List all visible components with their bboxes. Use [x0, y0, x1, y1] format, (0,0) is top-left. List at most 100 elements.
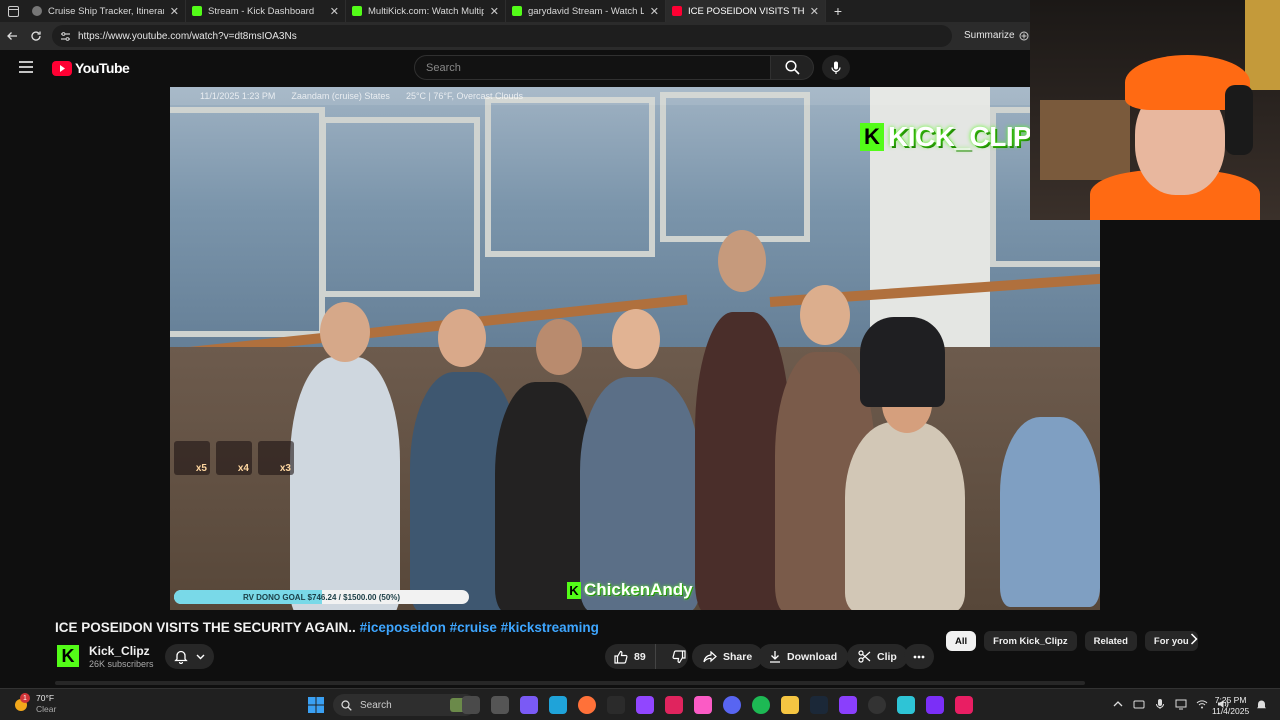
search-button[interactable]: [770, 55, 814, 80]
search-icon: [784, 60, 800, 75]
wifi-icon[interactable]: [1196, 698, 1208, 710]
close-tab-icon[interactable]: ✕: [650, 5, 659, 18]
weather-sun-icon: 1: [12, 693, 30, 713]
video-person: [612, 309, 660, 369]
video-person: [580, 377, 700, 610]
copilot-icon[interactable]: [520, 696, 538, 714]
firefox-icon[interactable]: [578, 696, 596, 714]
like-dislike-group: 89: [605, 644, 688, 669]
share-arrow-icon: [703, 650, 717, 663]
windows-taskbar: 1 70°F Clear Search 7:25 PM 11/4/2025: [0, 688, 1280, 720]
notification-bell-icon[interactable]: [1256, 699, 1267, 711]
app-red-icon[interactable]: [665, 696, 683, 714]
close-tab-icon[interactable]: ✕: [170, 5, 179, 18]
circle-app-icon[interactable]: [868, 696, 886, 714]
close-tab-icon[interactable]: ✕: [810, 5, 819, 18]
download-icon: [769, 650, 781, 663]
more-horizontal-icon: [913, 655, 925, 659]
multiplier-value: x4: [237, 463, 249, 474]
video-person: [800, 285, 850, 345]
display-icon[interactable]: [1175, 698, 1187, 710]
video-player[interactable]: 11/1/2025 1:23 PM Zaandam (cruise) States…: [170, 87, 1100, 610]
youtube-logo[interactable]: YouTube: [52, 60, 130, 76]
folder-icon[interactable]: [781, 696, 799, 714]
more-actions-button[interactable]: [904, 644, 934, 669]
sparkle-icon: [1019, 31, 1029, 41]
search-input[interactable]: Search: [414, 55, 771, 80]
clip-button[interactable]: Clip: [847, 644, 908, 669]
file-explorer-widget-icon[interactable]: [462, 696, 480, 714]
browser-tab-label: Stream - Kick Dashboard: [208, 5, 315, 17]
browser-tab[interactable]: Cruise Ship Tracker, Itineraries, Sc ✕: [26, 0, 186, 22]
stream-info-item: 25°C | 76°F, Overcast Clouds: [405, 91, 524, 101]
streamer-name-tag: K ChickenAndy: [567, 580, 693, 600]
stream-info-strip: 11/1/2025 1:23 PM Zaandam (cruise) States…: [170, 87, 1100, 105]
taskbar-clock[interactable]: 7:25 PM 11/4/2025: [1212, 695, 1249, 717]
video-title-hashtags[interactable]: #iceposeidon #cruise #kickstreaming: [360, 620, 599, 635]
search-icon: [341, 699, 352, 711]
twitch-icon[interactable]: [636, 696, 654, 714]
discord-icon[interactable]: [723, 696, 741, 714]
taskbar-search-box[interactable]: Search: [333, 694, 476, 716]
purple-app-icon[interactable]: [839, 696, 857, 714]
multiplier-badge: x4: [216, 441, 252, 475]
multiplier-badge: x3: [258, 441, 294, 475]
channel-avatar[interactable]: K: [57, 645, 79, 667]
back-arrow-icon[interactable]: [0, 22, 24, 50]
close-tab-icon[interactable]: ✕: [330, 5, 339, 18]
video-person: [290, 357, 400, 610]
like-button[interactable]: 89: [605, 644, 656, 669]
new-tab-button[interactable]: +: [826, 3, 850, 19]
download-button[interactable]: Download: [758, 644, 849, 669]
browser-tab[interactable]: garydavid Stream - Watch Live o ✕: [506, 0, 666, 22]
spotify-icon[interactable]: [752, 696, 770, 714]
dislike-button[interactable]: [662, 649, 696, 664]
cyan-app-icon[interactable]: [897, 696, 915, 714]
browser-tab-label: Cruise Ship Tracker, Itineraries, Sc: [48, 5, 164, 17]
youtube-play-icon: [52, 60, 72, 76]
weather-widget[interactable]: 1 70°F Clear: [12, 693, 56, 715]
stream-info-item: Zaandam (cruise) States: [291, 91, 390, 101]
network-activity-icon[interactable]: [1133, 698, 1145, 710]
youtube-header: YouTube Search: [0, 50, 1030, 87]
browser-tab[interactable]: Stream - Kick Dashboard ✕: [186, 0, 346, 22]
filter-chip[interactable]: From Kick_Clipz: [984, 631, 1077, 651]
microphone-icon[interactable]: [1154, 698, 1166, 710]
share-button[interactable]: Share: [692, 644, 764, 669]
scissors-icon: [858, 650, 871, 663]
chevron-right-icon[interactable]: [1190, 633, 1198, 645]
steam-icon[interactable]: [810, 696, 828, 714]
recommendation-chips: All From Kick_Clipz Related For you: [946, 631, 1198, 651]
notification-bell-button[interactable]: [165, 644, 214, 669]
filter-chip[interactable]: Related: [1084, 631, 1137, 651]
chevron-up-icon[interactable]: [1112, 698, 1124, 710]
multiplier-badges: x5 x4 x3: [174, 441, 294, 475]
obs-icon[interactable]: [607, 696, 625, 714]
description-box-edge: [55, 681, 1085, 685]
url-field[interactable]: https://www.youtube.com/watch?v=dt8msIOA…: [52, 25, 952, 47]
maps-pin-icon[interactable]: [955, 696, 973, 714]
channel-name[interactable]: Kick_Clipz: [89, 644, 150, 658]
clock-time: 7:25 PM: [1214, 695, 1247, 705]
summarize-label: Summarize: [964, 30, 1015, 41]
thumbs-up-icon: [614, 650, 628, 664]
windows-start-icon[interactable]: [307, 696, 325, 714]
task-view-icon[interactable]: [491, 696, 509, 714]
edge-browser-icon[interactable]: [549, 696, 567, 714]
filter-chip[interactable]: All: [946, 631, 977, 651]
site-info-icon[interactable]: [60, 31, 71, 42]
video-person: [860, 317, 945, 407]
browser-tab[interactable]: MultiKick.com: Watch Multiple St ✕: [346, 0, 506, 22]
tab-actions-icon[interactable]: [0, 0, 26, 22]
close-tab-icon[interactable]: ✕: [490, 5, 499, 18]
hamburger-menu-icon[interactable]: [18, 60, 34, 74]
video-window-frame: [320, 117, 480, 297]
browser-tab[interactable]: ICE POSEIDON VISITS THE SECUR ✕: [666, 0, 826, 22]
fx-app-icon[interactable]: [926, 696, 944, 714]
itunes-icon[interactable]: [694, 696, 712, 714]
voice-search-button[interactable]: [822, 55, 850, 80]
webcam-shelf: [1040, 100, 1130, 180]
summarize-button[interactable]: Summarize: [964, 30, 1029, 41]
taskbar-search-label: Search: [360, 699, 392, 711]
refresh-icon[interactable]: [24, 22, 48, 50]
